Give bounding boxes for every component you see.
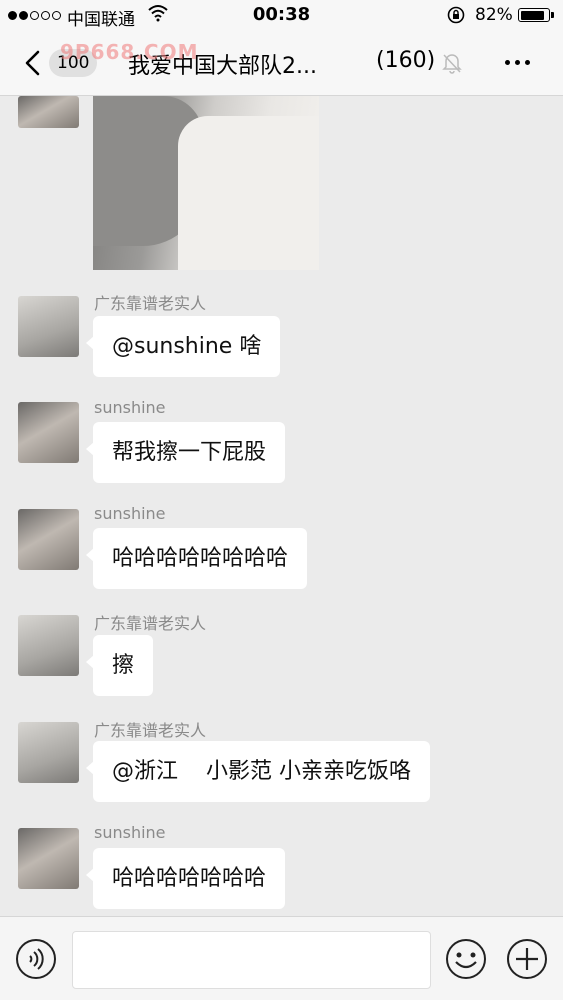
mute-bell-icon — [442, 52, 462, 78]
rotation-lock-icon — [446, 6, 466, 28]
sender-name: 广东靠谱老实人 — [94, 721, 207, 740]
sender-name: sunshine — [94, 504, 166, 523]
message-photo[interactable] — [93, 96, 319, 270]
voice-input-icon[interactable] — [14, 937, 58, 981]
battery-percent: 82% — [475, 5, 513, 25]
avatar[interactable] — [18, 828, 79, 889]
sender-name: sunshine — [94, 823, 166, 842]
add-more-icon[interactable] — [505, 937, 549, 981]
member-count: (160) — [376, 48, 436, 73]
message-bubble[interactable]: 擦 — [85, 635, 154, 696]
message-bubble[interactable]: @浙江 小影范 小亲亲吃饭咯 — [86, 741, 430, 802]
battery-icon — [518, 8, 554, 22]
message-bubble[interactable]: 帮我擦一下屁股 — [85, 422, 286, 483]
sender-name: 广东靠谱老实人 — [94, 614, 207, 633]
sender-name: 广东靠谱老实人 — [94, 294, 207, 313]
message-bubble[interactable]: @sunshine 啥 — [85, 316, 281, 377]
watermark: 9P668.COM — [60, 40, 199, 64]
avatar[interactable] — [18, 722, 79, 783]
avatar[interactable] — [18, 509, 79, 570]
status-bar: 中国联通 00:38 82% — [0, 0, 563, 30]
avatar[interactable] — [18, 615, 79, 676]
avatar[interactable] — [18, 296, 79, 357]
back-chevron-icon[interactable] — [20, 48, 50, 78]
avatar[interactable] — [18, 96, 79, 128]
input-bar — [0, 916, 563, 1000]
emoji-icon[interactable] — [444, 937, 488, 981]
message-input[interactable] — [72, 931, 431, 989]
sender-name: sunshine — [94, 398, 166, 417]
more-options-icon[interactable] — [505, 60, 530, 65]
avatar[interactable] — [18, 402, 79, 463]
message-bubble[interactable]: 哈哈哈哈哈哈哈 — [85, 848, 286, 909]
message-bubble[interactable]: 哈哈哈哈哈哈哈哈 — [85, 528, 308, 589]
